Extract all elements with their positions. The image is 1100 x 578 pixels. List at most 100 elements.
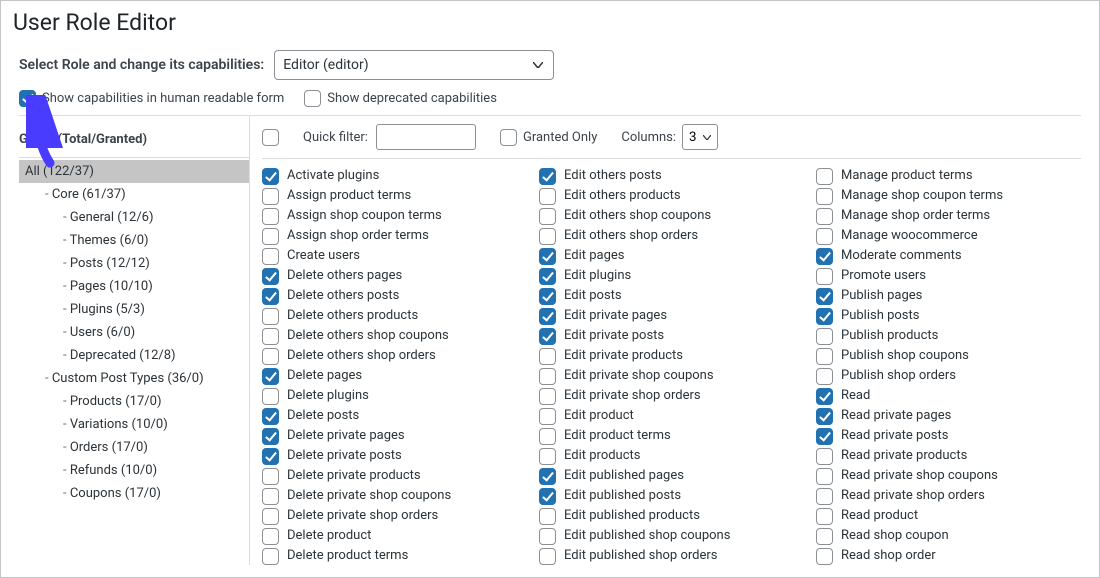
capability-item[interactable]: Assign product terms [262, 187, 527, 205]
capability-checkbox[interactable] [539, 548, 556, 565]
capability-item[interactable]: Edit others shop coupons [539, 207, 804, 225]
group-item[interactable]: Users (6/0) [19, 321, 249, 344]
capability-checkbox[interactable] [262, 368, 279, 385]
group-item[interactable]: All (122/37) [19, 160, 249, 183]
group-item[interactable]: Pages (10/10) [19, 275, 249, 298]
human-readable-toggle[interactable]: Show capabilities in human readable form [19, 90, 284, 107]
capability-checkbox[interactable] [539, 468, 556, 485]
capability-item[interactable]: Delete plugins [262, 387, 527, 405]
capability-item[interactable]: Delete private shop coupons [262, 487, 527, 505]
capability-item[interactable]: Edit product terms [539, 427, 804, 445]
capability-checkbox[interactable] [262, 448, 279, 465]
capability-checkbox[interactable] [262, 428, 279, 445]
select-all-checkbox[interactable] [262, 129, 279, 146]
capability-item[interactable]: Publish shop coupons [816, 347, 1081, 365]
capability-checkbox[interactable] [262, 288, 279, 305]
capability-checkbox[interactable] [539, 308, 556, 325]
capability-checkbox[interactable] [262, 408, 279, 425]
capability-checkbox[interactable] [539, 248, 556, 265]
group-item[interactable]: Core (61/37) [19, 183, 249, 206]
capability-item[interactable]: Publish pages [816, 287, 1081, 305]
capability-checkbox[interactable] [262, 188, 279, 205]
capability-checkbox[interactable] [816, 548, 833, 565]
capability-checkbox[interactable] [262, 348, 279, 365]
group-item[interactable]: Deprecated (12/8) [19, 344, 249, 367]
capability-item[interactable]: Read private posts [816, 427, 1081, 445]
capability-checkbox[interactable] [816, 368, 833, 385]
capability-checkbox[interactable] [262, 528, 279, 545]
capability-item[interactable]: Read shop order [816, 547, 1081, 565]
capability-item[interactable]: Delete others shop orders [262, 347, 527, 365]
capability-item[interactable]: Manage product terms [816, 167, 1081, 185]
human-readable-checkbox[interactable] [19, 90, 36, 107]
capability-item[interactable]: Assign shop order terms [262, 227, 527, 245]
capability-checkbox[interactable] [816, 348, 833, 365]
capability-item[interactable]: Delete private pages [262, 427, 527, 445]
capability-item[interactable]: Delete others shop coupons [262, 327, 527, 345]
capability-checkbox[interactable] [262, 248, 279, 265]
capability-checkbox[interactable] [539, 208, 556, 225]
capability-item[interactable]: Read product [816, 507, 1081, 525]
capability-checkbox[interactable] [539, 388, 556, 405]
capability-item[interactable]: Delete others products [262, 307, 527, 325]
capability-checkbox[interactable] [816, 268, 833, 285]
capability-item[interactable]: Delete others pages [262, 267, 527, 285]
granted-only-toggle[interactable]: Granted Only [500, 129, 597, 146]
capability-item[interactable]: Edit published shop orders [539, 547, 804, 565]
capability-item[interactable]: Publish posts [816, 307, 1081, 325]
capability-item[interactable]: Publish products [816, 327, 1081, 345]
capability-item[interactable]: Edit private posts [539, 327, 804, 345]
capability-item[interactable]: Edit others products [539, 187, 804, 205]
capability-item[interactable]: Edit products [539, 447, 804, 465]
capability-checkbox[interactable] [539, 188, 556, 205]
capability-checkbox[interactable] [539, 288, 556, 305]
capability-item[interactable]: Edit private pages [539, 307, 804, 325]
capability-item[interactable]: Read private products [816, 447, 1081, 465]
capability-checkbox[interactable] [262, 268, 279, 285]
capability-checkbox[interactable] [816, 508, 833, 525]
role-select[interactable]: Editor (editor) [274, 50, 554, 80]
capability-checkbox[interactable] [262, 308, 279, 325]
capability-item[interactable]: Edit published pages [539, 467, 804, 485]
capability-item[interactable]: Delete private posts [262, 447, 527, 465]
capability-checkbox[interactable] [816, 208, 833, 225]
capability-checkbox[interactable] [539, 168, 556, 185]
capability-checkbox[interactable] [816, 328, 833, 345]
capability-checkbox[interactable] [539, 508, 556, 525]
capability-item[interactable]: Manage shop order terms [816, 207, 1081, 225]
capability-item[interactable]: Moderate comments [816, 247, 1081, 265]
capability-checkbox[interactable] [816, 448, 833, 465]
capability-checkbox[interactable] [816, 428, 833, 445]
capability-item[interactable]: Manage shop coupon terms [816, 187, 1081, 205]
capability-item[interactable]: Publish shop orders [816, 367, 1081, 385]
capability-checkbox[interactable] [262, 488, 279, 505]
deprecated-toggle[interactable]: Show deprecated capabilities [304, 90, 497, 107]
capability-item[interactable]: Activate plugins [262, 167, 527, 185]
capability-checkbox[interactable] [539, 528, 556, 545]
columns-select[interactable]: 3 [682, 124, 718, 150]
capability-checkbox[interactable] [816, 188, 833, 205]
capability-item[interactable]: Edit published posts [539, 487, 804, 505]
group-item[interactable]: Orders (17/0) [19, 436, 249, 459]
capability-checkbox[interactable] [539, 368, 556, 385]
capability-item[interactable]: Delete private shop orders [262, 507, 527, 525]
capability-item[interactable]: Edit private shop orders [539, 387, 804, 405]
capability-checkbox[interactable] [816, 248, 833, 265]
capability-item[interactable]: Delete product terms [262, 547, 527, 565]
capability-item[interactable]: Edit plugins [539, 267, 804, 285]
capability-checkbox[interactable] [539, 228, 556, 245]
group-item[interactable]: Themes (6/0) [19, 229, 249, 252]
capability-item[interactable]: Delete posts [262, 407, 527, 425]
capability-checkbox[interactable] [262, 228, 279, 245]
capability-checkbox[interactable] [816, 168, 833, 185]
capability-item[interactable]: Edit others posts [539, 167, 804, 185]
capability-checkbox[interactable] [816, 308, 833, 325]
capability-item[interactable]: Promote users [816, 267, 1081, 285]
capability-item[interactable]: Read private shop coupons [816, 467, 1081, 485]
capability-checkbox[interactable] [539, 328, 556, 345]
capability-item[interactable]: Edit private products [539, 347, 804, 365]
group-item[interactable]: Plugins (5/3) [19, 298, 249, 321]
group-item[interactable]: Posts (12/12) [19, 252, 249, 275]
capability-item[interactable]: Edit product [539, 407, 804, 425]
capability-item[interactable]: Read [816, 387, 1081, 405]
